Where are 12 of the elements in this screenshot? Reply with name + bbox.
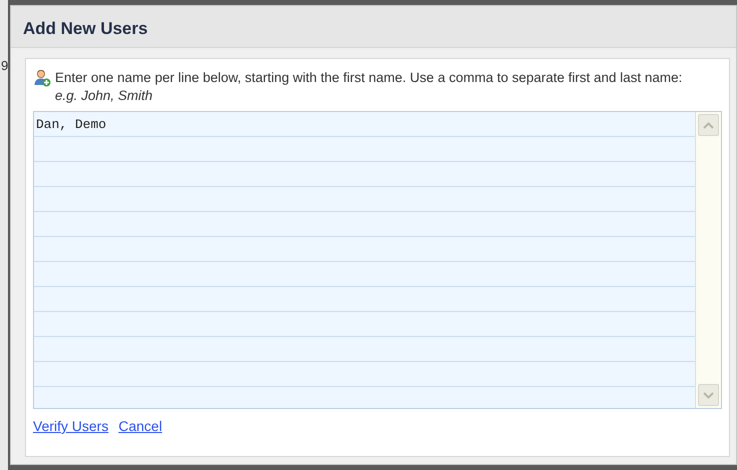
link[interactable]: Verify Users (33, 416, 108, 437)
chevron-down-icon (703, 392, 714, 398)
scrollbar[interactable] (695, 112, 721, 408)
chevron-up-icon (703, 122, 714, 128)
background-text: 9 (1, 57, 8, 75)
scroll-up-button[interactable] (698, 114, 719, 136)
dialog-title: Add New Users (11, 6, 736, 48)
names-field[interactable]: Dan, Demo (33, 111, 722, 409)
instruction-text: Enter one name per line below, starting with the first name. Use a comma to separate first and last name: e.g. John, Smith (55, 69, 684, 105)
add-user-icon (33, 69, 51, 87)
scroll-down-button[interactable] (698, 384, 719, 406)
link[interactable]: Cancel (118, 416, 162, 437)
